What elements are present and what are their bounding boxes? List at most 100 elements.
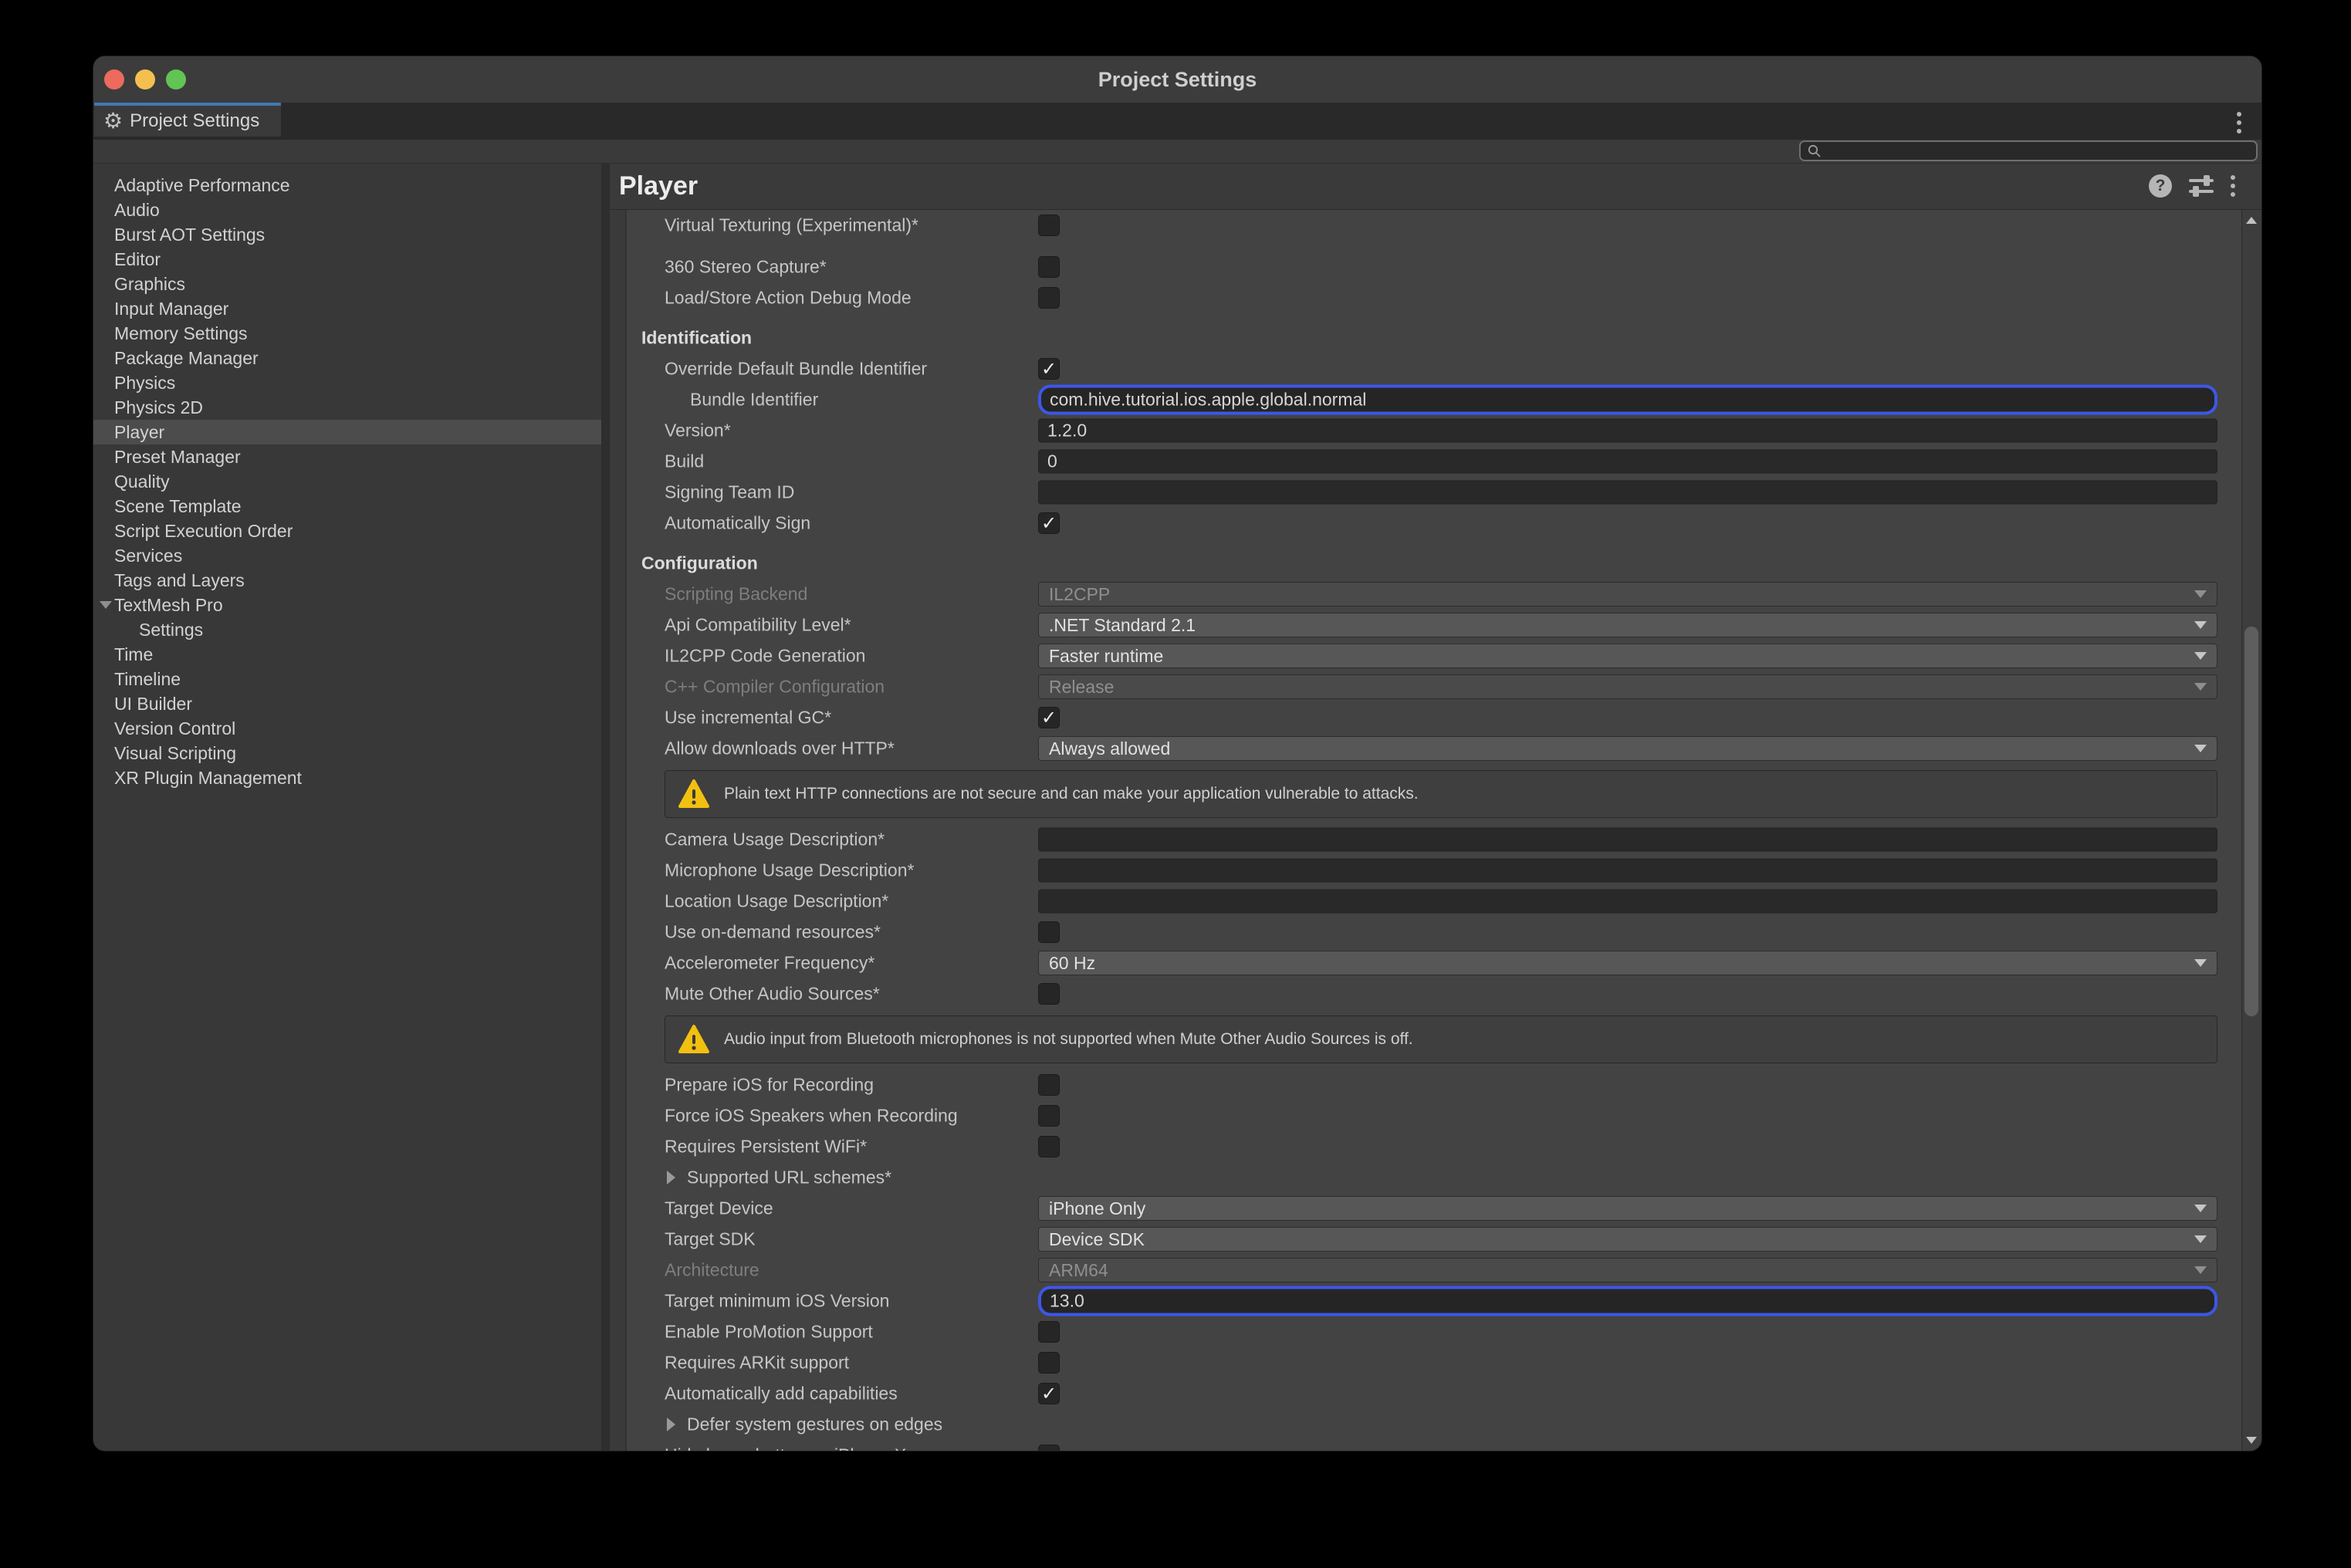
panel-more-menu-icon[interactable] <box>2231 175 2235 197</box>
foldout-closed-icon[interactable] <box>667 1418 675 1431</box>
text-field-version[interactable]: 1.2.0 <box>1038 419 2217 443</box>
foldout-closed-icon[interactable] <box>667 1171 675 1184</box>
sidebar-item-label: Timeline <box>114 669 181 690</box>
checkbox-row-prepare-ios-for-recording: Prepare iOS for Recording <box>627 1070 2241 1100</box>
checkbox-row-mute-other-audio-sources: Mute Other Audio Sources* <box>627 978 2241 1009</box>
sidebar-item-input-manager[interactable]: Input Manager <box>93 296 601 321</box>
chevron-down-icon <box>2194 959 2207 967</box>
sidebar-item-quality[interactable]: Quality <box>93 469 601 494</box>
dropdown-row-architecture: ArchitectureARM64 <box>627 1255 2241 1286</box>
text-field-target-minimum-ios-version[interactable]: 13.0 <box>1038 1286 2217 1316</box>
checkbox-checked-override-default-bundle-identifier[interactable]: ✓ <box>1038 358 1060 380</box>
project-settings-window: Project Settings ⚙ Project Settings Adap… <box>93 56 2262 1451</box>
sidebar-item-label: Player <box>114 422 164 443</box>
checkbox-checked-automatically-add-capabilities[interactable]: ✓ <box>1038 1383 1060 1404</box>
sidebar-item-visual-scripting[interactable]: Visual Scripting <box>93 741 601 765</box>
vertical-scrollbar[interactable] <box>2241 210 2261 1451</box>
checkbox-row-hide-home-button-on-iphone-x: Hide home button on iPhone X <box>627 1440 2241 1451</box>
sidebar-item-memory-settings[interactable]: Memory Settings <box>93 321 601 346</box>
field-control: Device SDK <box>1038 1227 2217 1252</box>
warning-box: Audio input from Bluetooth microphones i… <box>665 1015 2217 1063</box>
checkbox-row-enable-promotion-support: Enable ProMotion Support <box>627 1316 2241 1347</box>
sidebar-item-physics[interactable]: Physics <box>93 370 601 395</box>
sidebar-item-ui-builder[interactable]: UI Builder <box>93 691 601 716</box>
sidebar-item-script-execution-order[interactable]: Script Execution Order <box>93 519 601 543</box>
search-input[interactable] <box>1822 141 2256 161</box>
checkbox-unchecked-force-ios-speakers-when-recording[interactable] <box>1038 1105 1060 1127</box>
checkbox-row-requires-persistent-wifi: Requires Persistent WiFi* <box>627 1131 2241 1162</box>
text-field-microphone-usage-description[interactable] <box>1038 859 2217 883</box>
text-field-camera-usage-description[interactable] <box>1038 828 2217 852</box>
field-control <box>1038 1105 2217 1127</box>
tab-project-settings[interactable]: ⚙ Project Settings <box>94 103 281 137</box>
sidebar-item-scene-template[interactable]: Scene Template <box>93 494 601 519</box>
checkbox-unchecked-prepare-ios-for-recording[interactable] <box>1038 1074 1060 1096</box>
checkbox-checked-use-incremental-gc[interactable]: ✓ <box>1038 707 1060 728</box>
dropdown-value: Release <box>1049 677 1114 698</box>
field-label: Mute Other Audio Sources* <box>665 984 880 1005</box>
dropdown-allow-downloads-over-http[interactable]: Always allowed <box>1038 736 2217 761</box>
sidebar-splitter[interactable] <box>601 164 610 1451</box>
sidebar-item-version-control[interactable]: Version Control <box>93 716 601 741</box>
checkbox-unchecked-requires-persistent-wifi[interactable] <box>1038 1136 1060 1157</box>
dropdown-accelerometer-frequency[interactable]: 60 Hz <box>1038 951 2217 975</box>
warning-box: Plain text HTTP connections are not secu… <box>665 770 2217 818</box>
field-control <box>1038 1136 2217 1157</box>
sidebar-item-textmesh-pro[interactable]: TextMesh Pro <box>93 593 601 617</box>
checkbox-unchecked-virtual-texturing-experimental[interactable] <box>1038 215 1060 236</box>
sidebar-item-audio[interactable]: Audio <box>93 198 601 222</box>
dropdown-target-sdk[interactable]: Device SDK <box>1038 1227 2217 1252</box>
sidebar-item-timeline[interactable]: Timeline <box>93 667 601 691</box>
checkbox-checked-automatically-sign[interactable]: ✓ <box>1038 512 1060 534</box>
sidebar-item-graphics[interactable]: Graphics <box>93 272 601 296</box>
text-field-location-usage-description[interactable] <box>1038 890 2217 914</box>
sidebar-item-package-manager[interactable]: Package Manager <box>93 346 601 370</box>
checkbox-unchecked-use-on-demand-resources[interactable] <box>1038 921 1060 943</box>
presets-icon[interactable] <box>2189 174 2214 198</box>
scroll-up-icon[interactable] <box>2246 217 2257 224</box>
sidebar-item-player[interactable]: Player <box>93 420 601 444</box>
text-field-signing-team-id[interactable] <box>1038 481 2217 505</box>
field-label: Use incremental GC* <box>665 708 831 728</box>
search-box[interactable] <box>1799 140 2258 161</box>
sidebar-item-editor[interactable]: Editor <box>93 247 601 272</box>
sidebar-item-services[interactable]: Services <box>93 543 601 568</box>
field-control <box>1038 828 2217 852</box>
window-more-menu-icon[interactable] <box>2237 112 2241 133</box>
text-field-build[interactable]: 0 <box>1038 450 2217 474</box>
dropdown-row-api-compatibility-level: Api Compatibility Level*.NET Standard 2.… <box>627 610 2241 640</box>
sidebar-item-adaptive-performance[interactable]: Adaptive Performance <box>93 173 601 198</box>
dropdown-il2cpp-code-generation[interactable]: Faster runtime <box>1038 644 2217 668</box>
checkbox-unchecked-mute-other-audio-sources[interactable] <box>1038 983 1060 1005</box>
foldout-open-icon[interactable] <box>100 601 112 609</box>
warning-icon <box>678 779 710 809</box>
field-control: 0 <box>1038 450 2217 474</box>
chevron-down-icon <box>2194 652 2207 660</box>
checkbox-unchecked-hide-home-button-on-iphone-x[interactable] <box>1038 1445 1060 1451</box>
text-field-bundle-identifier[interactable]: com.hive.tutorial.ios.apple.global.norma… <box>1038 385 2217 415</box>
field-control: Faster runtime <box>1038 644 2217 668</box>
field-label: Prepare iOS for Recording <box>665 1075 874 1096</box>
dropdown-api-compatibility-level[interactable]: .NET Standard 2.1 <box>1038 613 2217 637</box>
help-icon[interactable]: ? <box>2149 174 2172 198</box>
checkbox-unchecked-requires-arkit-support[interactable] <box>1038 1352 1060 1374</box>
sidebar-item-tags-and-layers[interactable]: Tags and Layers <box>93 568 601 593</box>
scroll-down-icon[interactable] <box>2246 1437 2257 1444</box>
checkbox-unchecked-load-store-action-debug-mode[interactable] <box>1038 287 1060 309</box>
sidebar-item-burst-aot-settings[interactable]: Burst AOT Settings <box>93 222 601 247</box>
sidebar-item-preset-manager[interactable]: Preset Manager <box>93 444 601 469</box>
field-control <box>1038 287 2217 309</box>
page-title: Player <box>610 171 698 201</box>
sidebar-item-physics-2d[interactable]: Physics 2D <box>93 395 601 420</box>
dropdown-target-device[interactable]: iPhone Only <box>1038 1196 2217 1221</box>
checkbox-unchecked-enable-promotion-support[interactable] <box>1038 1321 1060 1343</box>
sidebar-item-xr-plugin-management[interactable]: XR Plugin Management <box>93 765 601 790</box>
warning-text: Audio input from Bluetooth microphones i… <box>724 1030 1413 1049</box>
sidebar-item-settings[interactable]: Settings <box>93 617 601 642</box>
field-control: ✓ <box>1038 358 2217 380</box>
field-control <box>1038 1074 2217 1096</box>
field-label: 360 Stereo Capture* <box>665 257 827 278</box>
checkbox-unchecked-360-stereo-capture[interactable] <box>1038 256 1060 278</box>
scrollbar-thumb[interactable] <box>2244 627 2258 1016</box>
sidebar-item-time[interactable]: Time <box>93 642 601 667</box>
